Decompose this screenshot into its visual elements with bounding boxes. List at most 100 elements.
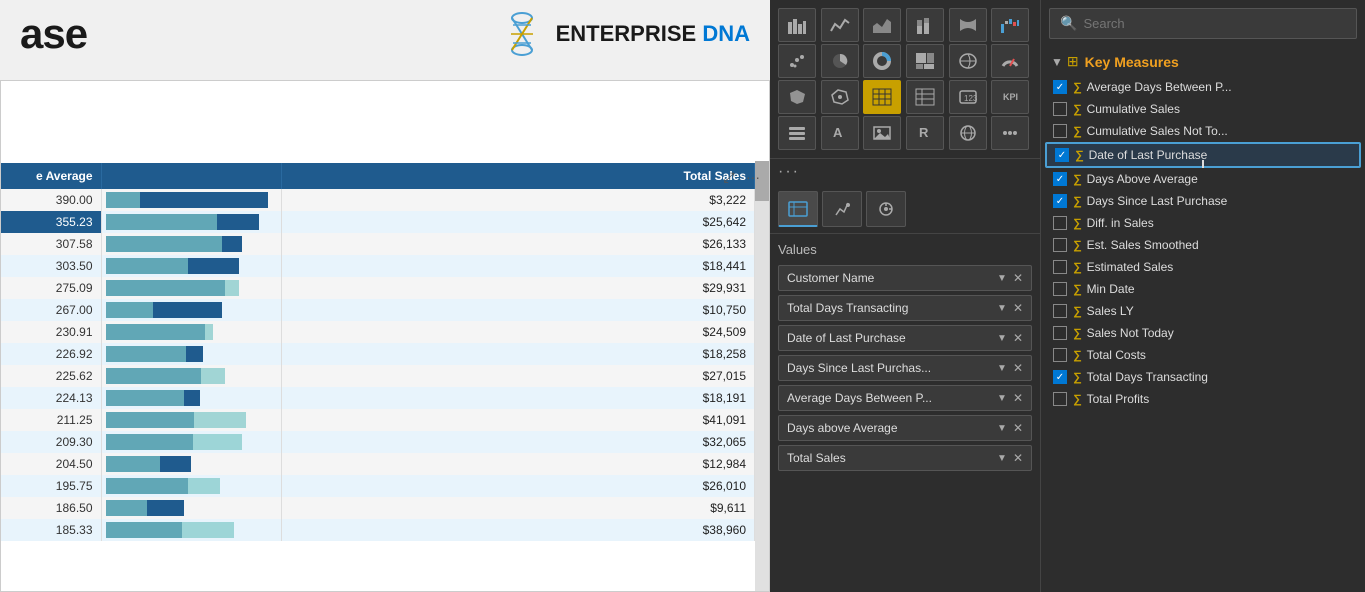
ribbon-chart-icon[interactable] — [949, 8, 987, 42]
field-list-item[interactable]: ∑Date of Last Purchase··· — [1045, 142, 1361, 168]
globe-icon[interactable] — [949, 116, 987, 150]
field-checkbox[interactable] — [1053, 80, 1067, 94]
slicer-icon[interactable] — [778, 116, 816, 150]
field-list-item[interactable]: ∑Total Costs··· — [1045, 344, 1361, 366]
field-remove-icon[interactable]: ✕ — [1013, 331, 1023, 345]
field-checkbox[interactable] — [1053, 326, 1067, 340]
total-sales-cell: $38,960 — [281, 519, 755, 541]
field-list-item[interactable]: ∑Cumulative Sales Not To...··· — [1045, 120, 1361, 142]
filled-map-icon[interactable] — [778, 80, 816, 114]
field-checkbox[interactable] — [1053, 238, 1067, 252]
table-row: 267.00$10,750 — [1, 299, 755, 321]
field-remove-icon[interactable]: ✕ — [1013, 361, 1023, 375]
field-remove-icon[interactable]: ✕ — [1013, 451, 1023, 465]
text-icon[interactable]: A — [821, 116, 859, 150]
field-checkbox[interactable] — [1055, 148, 1069, 162]
measure-icon: ∑ — [1073, 124, 1082, 138]
field-row[interactable]: Total Sales ▼ ✕ — [778, 445, 1032, 471]
tools-panel: 123 KPI A R ··· — [770, 0, 1040, 592]
r-visual-icon[interactable]: R — [906, 116, 944, 150]
field-checkbox[interactable] — [1053, 304, 1067, 318]
analytics-tab[interactable] — [866, 191, 906, 227]
field-checkbox[interactable] — [1053, 172, 1067, 186]
bar-cell — [101, 277, 281, 299]
table-icon[interactable] — [863, 80, 901, 114]
field-checkbox[interactable] — [1053, 282, 1067, 296]
format-tab[interactable] — [822, 191, 862, 227]
field-row[interactable]: Customer Name ▼ ✕ — [778, 265, 1032, 291]
field-list-item[interactable]: ∑Estimated Sales··· — [1045, 256, 1361, 278]
search-bar[interactable]: 🔍 — [1049, 8, 1357, 39]
field-list-item[interactable]: ∑Total Profits··· — [1045, 388, 1361, 410]
chart-toolbar[interactable]: ⤢ ··· — [715, 163, 767, 191]
field-checkbox[interactable] — [1053, 392, 1067, 406]
kpi-icon[interactable]: KPI — [991, 80, 1029, 114]
field-list-item[interactable]: ∑Days Above Average··· — [1045, 168, 1361, 190]
field-list-item[interactable]: ∑Cumulative Sales··· — [1045, 98, 1361, 120]
pie-chart-icon[interactable] — [821, 44, 859, 78]
search-input[interactable] — [1083, 16, 1346, 31]
more-options-button[interactable]: ··· — [743, 167, 763, 187]
field-checkbox[interactable] — [1053, 216, 1067, 230]
treemap-icon[interactable] — [906, 44, 944, 78]
field-remove-icon[interactable]: ✕ — [1013, 301, 1023, 315]
field-remove-icon[interactable]: ✕ — [1013, 421, 1023, 435]
field-list-item[interactable]: ∑Total Days Transacting··· — [1045, 366, 1361, 388]
waterfall-chart-icon[interactable] — [991, 8, 1029, 42]
stacked-bar-icon[interactable] — [906, 8, 944, 42]
matrix-icon[interactable] — [906, 80, 944, 114]
table-row: 275.09$29,931 — [1, 277, 755, 299]
field-checkbox[interactable] — [1053, 124, 1067, 138]
visualization-tabs — [770, 185, 1040, 234]
field-remove-icon[interactable]: ✕ — [1013, 391, 1023, 405]
field-checkbox[interactable] — [1053, 348, 1067, 362]
col-header-barchart — [101, 163, 281, 189]
field-list-item[interactable]: ∑Average Days Between P...··· — [1045, 76, 1361, 98]
map-icon[interactable] — [949, 44, 987, 78]
field-list-item[interactable]: ∑Diff. in Sales··· — [1045, 212, 1361, 234]
field-dropdown-icon[interactable]: ▼ — [997, 423, 1007, 434]
field-dropdown-icon[interactable]: ▼ — [997, 453, 1007, 464]
expand-button[interactable]: ⤢ — [719, 167, 739, 187]
field-checkbox[interactable] — [1053, 194, 1067, 208]
field-item-label: Sales LY — [1087, 304, 1342, 318]
bar-chart-icon[interactable] — [778, 8, 816, 42]
field-row[interactable]: Average Days Between P... ▼ ✕ — [778, 385, 1032, 411]
field-checkbox[interactable] — [1053, 102, 1067, 116]
visualization-icons-grid: 123 KPI A R — [770, 0, 1040, 159]
area-chart-icon[interactable] — [863, 8, 901, 42]
field-remove-icon[interactable]: ✕ — [1013, 271, 1023, 285]
field-list-item[interactable]: ∑Est. Sales Smoothed··· — [1045, 234, 1361, 256]
expand-arrow-icon: ▼ — [1051, 55, 1063, 69]
field-dropdown-icon[interactable]: ▼ — [997, 333, 1007, 344]
key-measures-header[interactable]: ▼ ⊞ Key Measures — [1041, 47, 1365, 76]
image-icon[interactable] — [863, 116, 901, 150]
field-dropdown-icon[interactable]: ▼ — [997, 393, 1007, 404]
field-list-item[interactable]: ∑Sales LY··· — [1045, 300, 1361, 322]
field-row-name: Total Days Transacting — [787, 301, 997, 315]
fields-tab[interactable] — [778, 191, 818, 227]
field-list-item[interactable]: ∑Min Date··· — [1045, 278, 1361, 300]
field-checkbox[interactable] — [1053, 370, 1067, 384]
field-row[interactable]: Days Since Last Purchas... ▼ ✕ — [778, 355, 1032, 381]
field-dropdown-icon[interactable]: ▼ — [997, 273, 1007, 284]
line-chart-icon[interactable] — [821, 8, 859, 42]
field-checkbox[interactable] — [1053, 260, 1067, 274]
field-list-item[interactable]: ∑Sales Not Today··· — [1045, 322, 1361, 344]
field-list-item[interactable]: ∑Days Since Last Purchase··· — [1045, 190, 1361, 212]
scatter-chart-icon[interactable] — [778, 44, 816, 78]
more-visuals-icon[interactable] — [991, 116, 1029, 150]
shape-map-icon[interactable] — [821, 80, 859, 114]
field-row-name: Customer Name — [787, 271, 997, 285]
gauge-chart-icon[interactable] — [991, 44, 1029, 78]
donut-chart-icon[interactable] — [863, 44, 901, 78]
measure-icon: ∑ — [1073, 282, 1082, 296]
field-row[interactable]: Total Days Transacting ▼ ✕ — [778, 295, 1032, 321]
field-row[interactable]: Date of Last Purchase ▼ ✕ — [778, 325, 1032, 351]
scrollbar[interactable] — [755, 161, 769, 591]
field-dropdown-icon[interactable]: ▼ — [997, 303, 1007, 314]
field-row[interactable]: Days above Average ▼ ✕ — [778, 415, 1032, 441]
field-dropdown-icon[interactable]: ▼ — [997, 363, 1007, 374]
average-cell: 195.75 — [1, 475, 101, 497]
card-icon[interactable]: 123 — [949, 80, 987, 114]
